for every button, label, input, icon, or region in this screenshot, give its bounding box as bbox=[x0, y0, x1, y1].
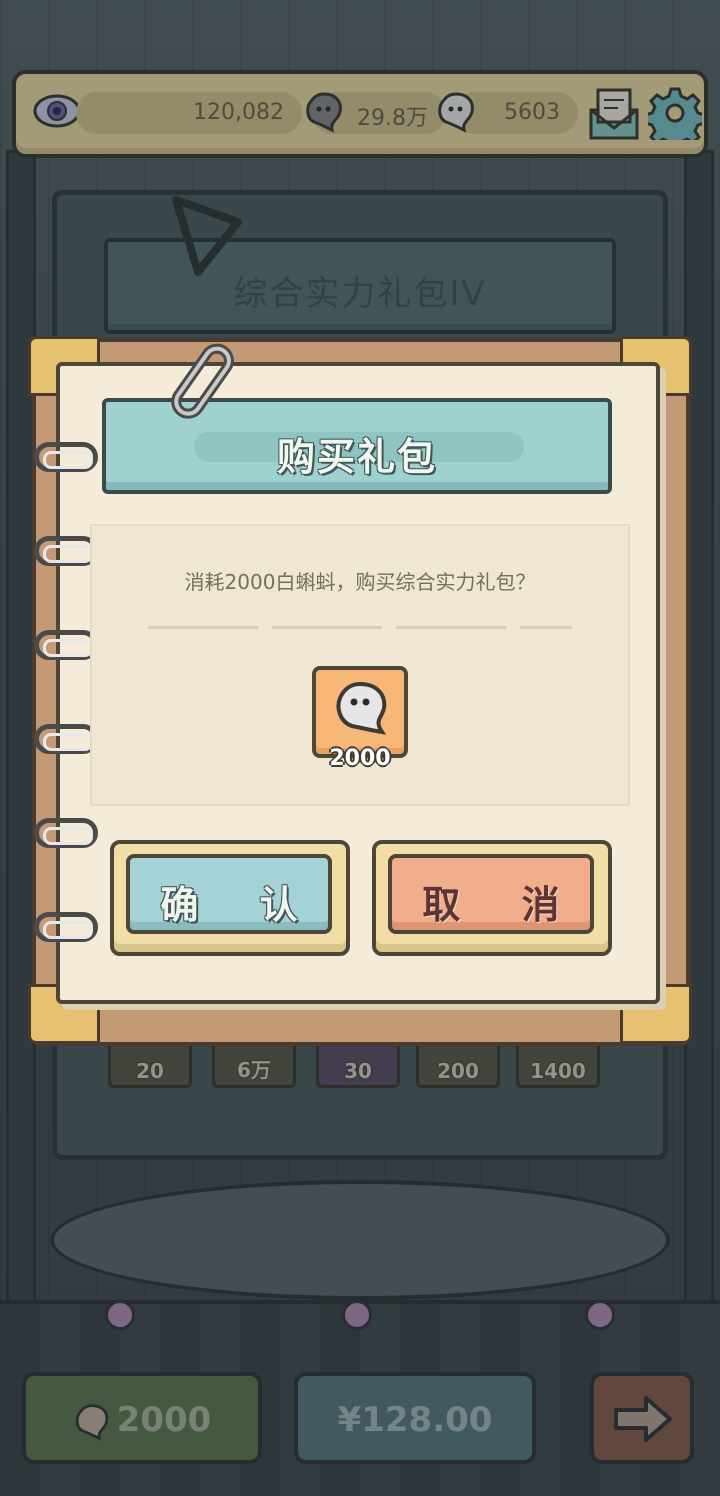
confirm-button-face[interactable]: 确 认 bbox=[126, 854, 332, 934]
cost-item-slot bbox=[312, 666, 408, 758]
notebook-ring bbox=[34, 442, 98, 472]
notebook-ring bbox=[34, 536, 98, 566]
notebook-ring bbox=[34, 724, 98, 754]
white-tadpole-icon bbox=[336, 681, 387, 735]
cancel-button[interactable]: 取 消 bbox=[372, 840, 612, 956]
cancel-button-label: 取 消 bbox=[422, 883, 584, 927]
dashed-divider bbox=[148, 626, 572, 629]
confirm-button[interactable]: 确 认 bbox=[110, 840, 350, 956]
cost-amount: 2000 bbox=[329, 746, 391, 771]
dialog-title: 购买礼包 bbox=[276, 435, 437, 479]
confirm-button-label: 确 认 bbox=[160, 883, 322, 927]
notebook-ring bbox=[34, 912, 98, 942]
dialog-message: 消耗2000白蝌蚪，购买综合实力礼包？ bbox=[184, 570, 536, 594]
notebook-ring bbox=[34, 630, 98, 660]
cancel-button-face[interactable]: 取 消 bbox=[388, 854, 594, 934]
notebook-ring bbox=[34, 818, 98, 848]
paperclip-icon bbox=[171, 343, 234, 419]
